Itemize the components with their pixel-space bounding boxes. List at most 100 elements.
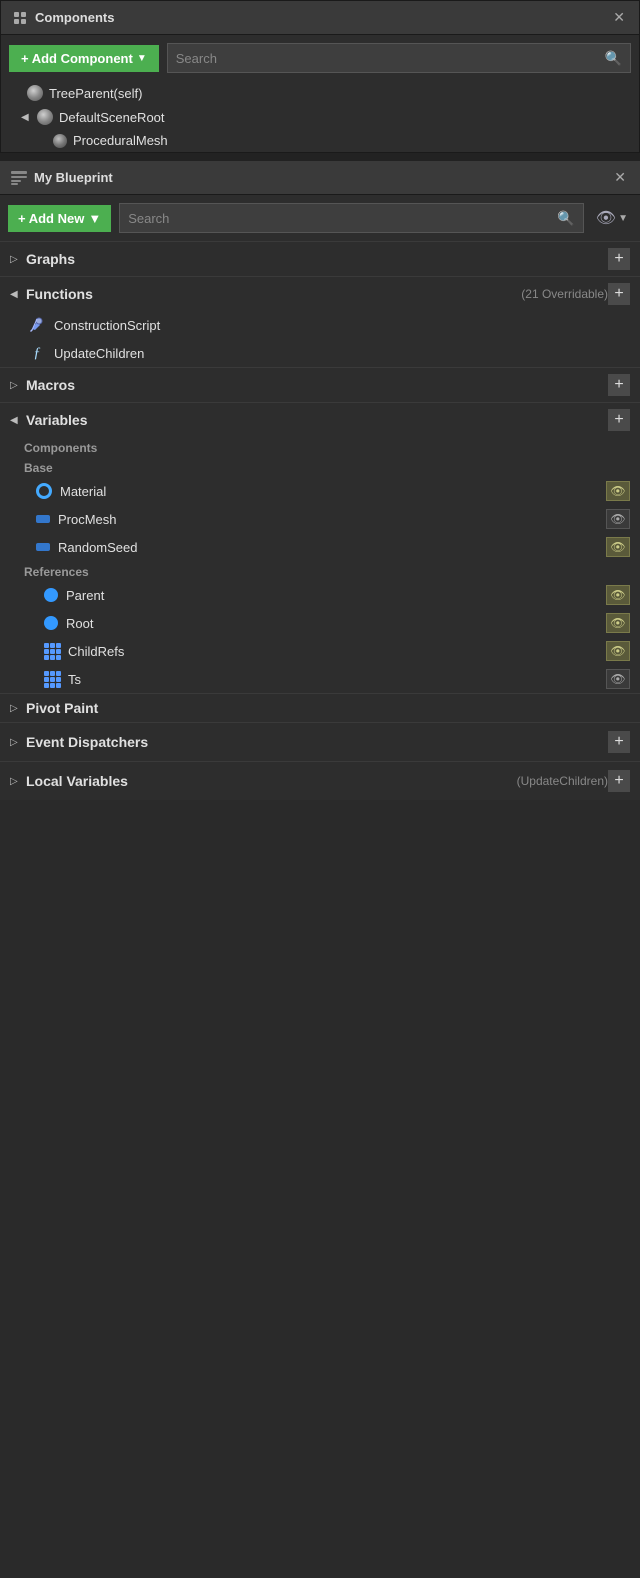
grid-cell-9 (56, 655, 61, 660)
blueprint-search-input[interactable] (128, 211, 557, 226)
macros-add-button[interactable]: + (608, 374, 630, 396)
ts-visibility-badge[interactable]: 👁 (606, 669, 630, 689)
eye-filter-icon: 👁 (596, 208, 616, 228)
parent-type-icon (44, 588, 58, 602)
variable-item-procmesh[interactable]: ProcMesh 👁 (0, 505, 640, 533)
macros-section-title: Macros (26, 377, 608, 393)
procmesh-type-icon (36, 515, 50, 523)
components-panel: Components ✕ + Add Component ▼ 🔍 TreePar… (0, 0, 640, 153)
local-variables-sub: (UpdateChildren) (517, 774, 608, 788)
graphs-section-header[interactable]: ▷ Graphs + (0, 241, 640, 276)
childrefs-visibility-badge[interactable]: 👁 (606, 641, 630, 661)
functions-section-title: Functions (26, 286, 515, 302)
blueprint-toolbar: + Add New ▼ 🔍 👁 ▼ (0, 195, 640, 241)
pivot-paint-section-header[interactable]: ▷ Pivot Paint (0, 693, 640, 722)
local-variables-section[interactable]: ▷ Local Variables (UpdateChildren) + (0, 761, 640, 800)
ts-type-icon (44, 671, 60, 687)
add-component-button[interactable]: + Add Component ▼ (9, 45, 159, 72)
root-visibility-badge[interactable]: 👁 (606, 613, 630, 633)
event-dispatchers-section[interactable]: ▷ Event Dispatchers + (0, 722, 640, 761)
variable-item-ts[interactable]: Ts 👁 (0, 665, 640, 693)
variable-item-parent[interactable]: Parent 👁 (0, 581, 640, 609)
variables-arrow-icon: ◀ (10, 415, 20, 426)
ts-label: Ts (68, 672, 598, 687)
construction-script-icon (28, 316, 46, 334)
ts-grid-cell-3 (56, 671, 61, 676)
material-visibility-badge[interactable]: 👁 (606, 481, 630, 501)
grid-cell-6 (56, 649, 61, 654)
parent-label: Parent (66, 588, 598, 603)
function-regular-icon: ƒ (28, 344, 46, 362)
procmesh-visibility-badge[interactable]: 👁 (606, 509, 630, 529)
variable-item-material[interactable]: Material 👁 (0, 477, 640, 505)
tree-arrow-defaultsceneroot: ◀ (21, 112, 31, 123)
grid-cell-2 (50, 643, 55, 648)
blueprint-icon (10, 169, 28, 187)
variable-item-root[interactable]: Root 👁 (0, 609, 640, 637)
childrefs-label: ChildRefs (68, 644, 598, 659)
blueprint-search-box[interactable]: 🔍 (119, 203, 584, 233)
graphs-section-title: Graphs (26, 251, 608, 267)
tree-item-proceduralmesh[interactable]: ProceduralMesh (1, 129, 639, 152)
add-new-button[interactable]: + Add New ▼ (8, 205, 111, 232)
blueprint-title: My Blueprint (34, 170, 610, 185)
functions-arrow-icon: ◀ (10, 289, 20, 300)
close-components-button[interactable]: ✕ (609, 7, 629, 28)
tree-label-defaultsceneroot: DefaultSceneRoot (59, 110, 165, 125)
root-label: Root (66, 616, 598, 631)
visibility-filter-button[interactable]: 👁 ▼ (592, 208, 632, 228)
graphs-add-button[interactable]: + (608, 248, 630, 270)
ts-grid-cell-6 (56, 677, 61, 682)
components-icon (11, 9, 29, 27)
blueprint-panel: My Blueprint ✕ + Add New ▼ 🔍 👁 ▼ ▷ Graph… (0, 161, 640, 800)
procmesh-label: ProcMesh (58, 512, 598, 527)
grid-cell-8 (50, 655, 55, 660)
add-component-label: + Add Component (21, 51, 133, 66)
tree-label-treeparent: TreeParent(self) (49, 86, 142, 101)
functions-sub-label: (21 Overridable) (521, 287, 608, 301)
bp-search-icon: 🔍 (557, 210, 574, 227)
ts-grid-cell-5 (50, 677, 55, 682)
search-icon: 🔍 (605, 50, 622, 67)
variable-item-childrefs[interactable]: ChildRefs 👁 (0, 637, 640, 665)
function-item-constructionscript[interactable]: ConstructionScript (0, 311, 640, 339)
randomseed-visibility-badge[interactable]: 👁 (606, 537, 630, 557)
ts-grid-cell-4 (44, 677, 49, 682)
sphere-icon-defaultsceneroot (37, 109, 53, 125)
function-item-updatechildren[interactable]: ƒ UpdateChildren (0, 339, 640, 367)
add-new-arrow-icon: ▼ (88, 211, 101, 226)
close-blueprint-button[interactable]: ✕ (610, 167, 630, 188)
sphere-icon-proceduralmesh (53, 134, 67, 148)
parent-visibility-badge[interactable]: 👁 (606, 585, 630, 605)
event-dispatchers-title: Event Dispatchers (26, 734, 608, 750)
functions-add-button[interactable]: + (608, 283, 630, 305)
functions-section-header[interactable]: ◀ Functions (21 Overridable) + (0, 276, 640, 311)
base-subsection-title: Base (24, 461, 53, 475)
ts-grid-cell-7 (44, 683, 49, 688)
components-title-bar: Components ✕ (1, 1, 639, 35)
blueprint-title-bar: My Blueprint ✕ (0, 161, 640, 195)
base-subsection-label: Base (0, 457, 640, 477)
add-component-arrow-icon: ▼ (137, 53, 147, 64)
tree-item-defaultsceneroot[interactable]: ◀ DefaultSceneRoot (1, 105, 639, 129)
ts-grid-cell-9 (56, 683, 61, 688)
add-new-label: + Add New (18, 211, 84, 226)
components-search-box[interactable]: 🔍 (167, 43, 631, 73)
variables-add-button[interactable]: + (608, 409, 630, 431)
ts-grid-cell-1 (44, 671, 49, 676)
material-type-icon (36, 483, 52, 499)
root-type-icon (44, 616, 58, 630)
tree-item-treeparent[interactable]: TreeParent(self) (1, 81, 639, 105)
variables-section-header[interactable]: ◀ Variables + (0, 402, 640, 437)
event-dispatchers-add-button[interactable]: + (608, 731, 630, 753)
macros-section-header[interactable]: ▷ Macros + (0, 367, 640, 402)
variable-item-randomseed[interactable]: RandomSeed 👁 (0, 533, 640, 561)
components-subsection-title: Components (24, 441, 97, 455)
variables-section-title: Variables (26, 412, 608, 428)
grid-cell-5 (50, 649, 55, 654)
references-subsection-label: References (0, 561, 640, 581)
components-toolbar: + Add Component ▼ 🔍 (1, 35, 639, 81)
components-search-input[interactable] (176, 51, 605, 66)
local-variables-add-button[interactable]: + (608, 770, 630, 792)
updatechildren-label: UpdateChildren (54, 346, 144, 361)
